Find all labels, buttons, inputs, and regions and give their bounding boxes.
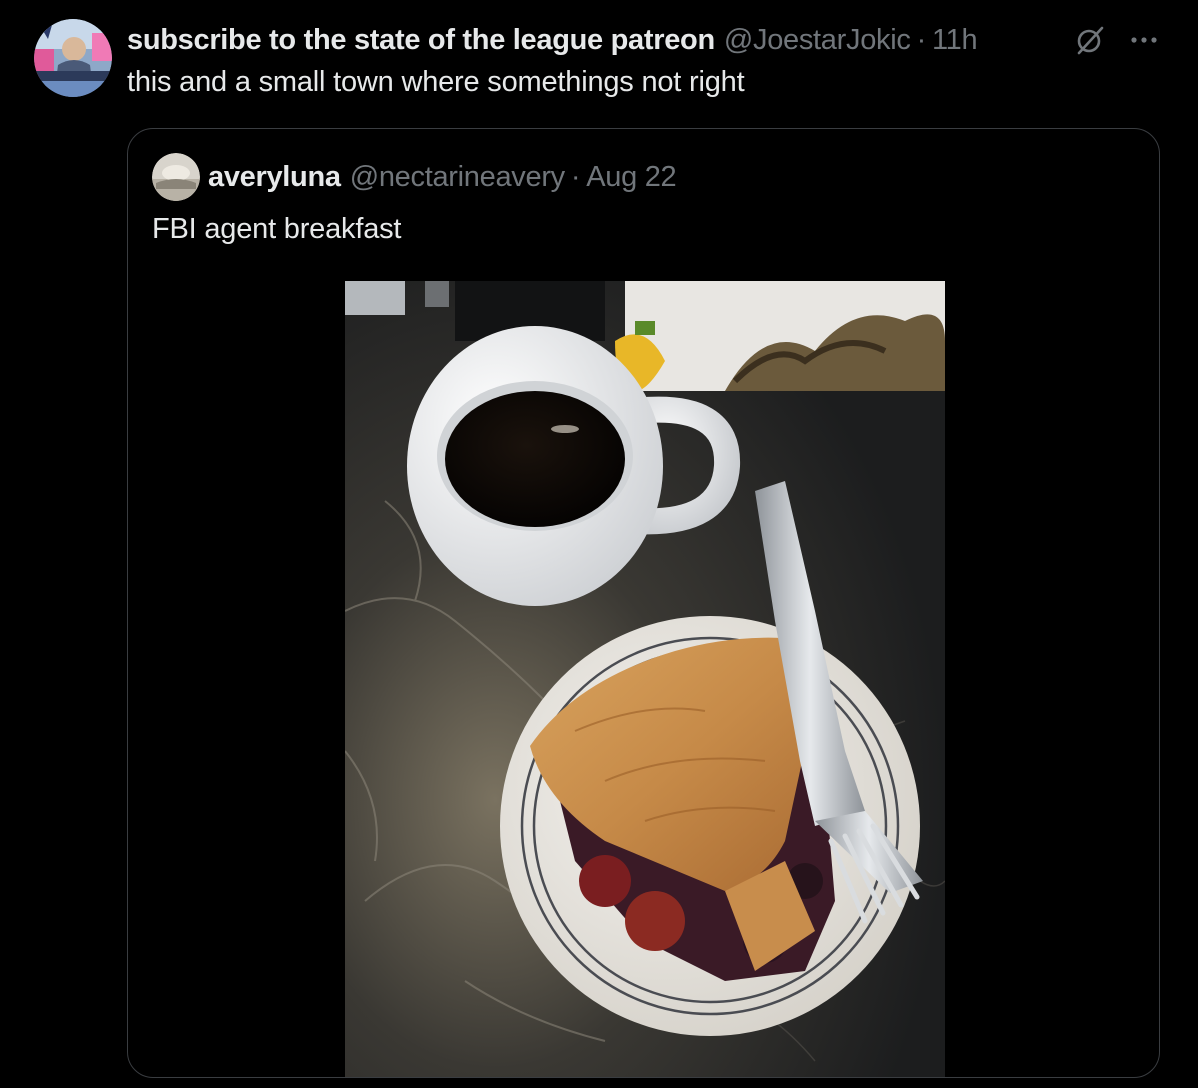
quoted-tweet-header: averyluna @nectarineavery · Aug 22 (208, 159, 677, 195)
tweet-article[interactable]: subscribe to the state of the league pat… (0, 0, 1198, 1088)
quoted-tweet-date[interactable]: Aug 22 (586, 161, 676, 194)
quoted-user-handle[interactable]: @nectarineavery (350, 161, 565, 194)
quoted-tweet-photo[interactable] (345, 281, 945, 1077)
avatar-image (34, 19, 112, 97)
header-separator: · (916, 23, 927, 56)
more-dots-icon[interactable] (1124, 22, 1164, 58)
quoted-header-separator: · (570, 160, 581, 193)
quoted-display-name[interactable]: averyluna (208, 161, 341, 194)
quoted-avatar-image (152, 153, 200, 201)
tweet-timestamp[interactable]: 11h (932, 24, 978, 57)
tweet-text: this and a small town where somethings n… (127, 66, 745, 98)
tweet-header: subscribe to the state of the league pat… (127, 22, 978, 58)
quoted-tweet-card[interactable]: averyluna @nectarineavery · Aug 22 FBI a… (127, 128, 1160, 1078)
grok-slash-icon[interactable] (1072, 22, 1108, 58)
user-avatar[interactable] (34, 19, 112, 97)
quoted-tweet-text: FBI agent breakfast (152, 213, 402, 245)
coffee-and-pie-photo (345, 281, 945, 1077)
display-name[interactable]: subscribe to the state of the league pat… (127, 24, 715, 57)
quoted-user-avatar[interactable] (152, 153, 200, 201)
user-handle[interactable]: @JoestarJokic (724, 24, 911, 57)
